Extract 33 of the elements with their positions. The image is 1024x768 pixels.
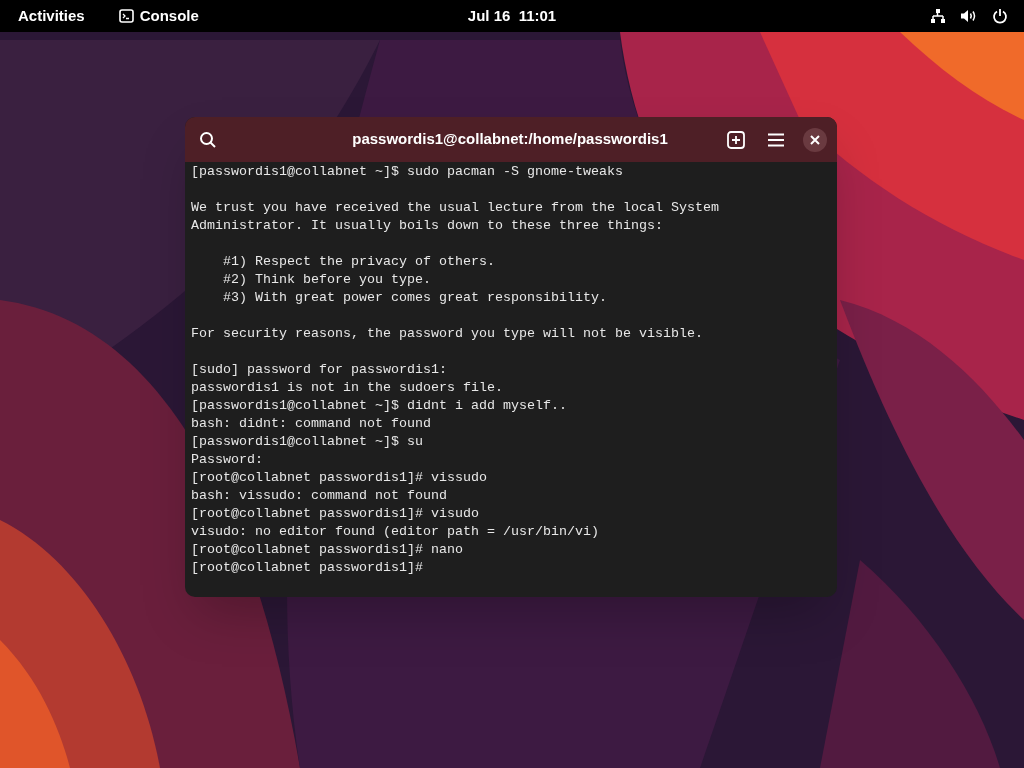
terminal-line: Administrator. It usually boils down to these three things: [191,217,664,235]
app-menu-button[interactable]: Console [112,3,205,29]
close-icon [810,134,820,145]
terminal-line: We trust you have received the usual lecture from the local System [191,199,720,217]
network-icon[interactable] [930,8,946,24]
app-name: Console [139,5,199,26]
terminal-line: #2) Think before you type. [222,271,432,289]
terminal-line: For security reasons, the password you type will not be visible. [191,325,704,343]
terminal-line: visudo: no editor found (editor path = /usr/bin/vi) [191,523,600,541]
terminal-line: [passwordis1@collabnet ~]$ didnt i add myself.. [191,397,568,415]
volume-icon[interactable] [960,8,978,24]
terminal-line: bash: vissudo: command not found [191,487,448,505]
terminal-line: [root@collabnet passwordis1]# nano [191,541,464,559]
activities-button[interactable]: Activities [10,3,93,29]
terminal-line: [sudo] password for passwordis1: [191,361,448,379]
window-title: passwordis1@collabnet:/home/passwordis1 [351,129,669,150]
search-icon [199,130,217,149]
terminal-line: [root@collabnet passwordis1]# vissudo [191,469,488,487]
terminal-line: [passwordis1@collabnet ~]$ su [191,433,424,451]
terminal-line: passwordis1 is not in the sudoers file. [191,379,504,397]
terminal-line: [passwordis1@collabnet ~]$ sudo pacman -S gnome-tweaks [191,163,624,181]
terminal-line: bash: didnt: command not found [191,415,432,433]
terminal-line: [root@collabnet passwordis1]# visudo [191,505,480,523]
clock[interactable]: Jul 16 11:01 [460,3,564,29]
terminal-line: Password: [191,451,264,469]
power-icon[interactable] [992,8,1008,24]
menu-icon [768,132,784,147]
terminal-icon [118,9,134,23]
terminal-line: #1) Respect the privacy of others. [222,253,496,271]
new-tab-icon [727,130,745,149]
close-button[interactable] [803,127,827,152]
terminal-line: [root@collabnet passwordis1]# [191,559,424,577]
terminal-line: #3) With great power comes great responsibility. [222,289,608,307]
